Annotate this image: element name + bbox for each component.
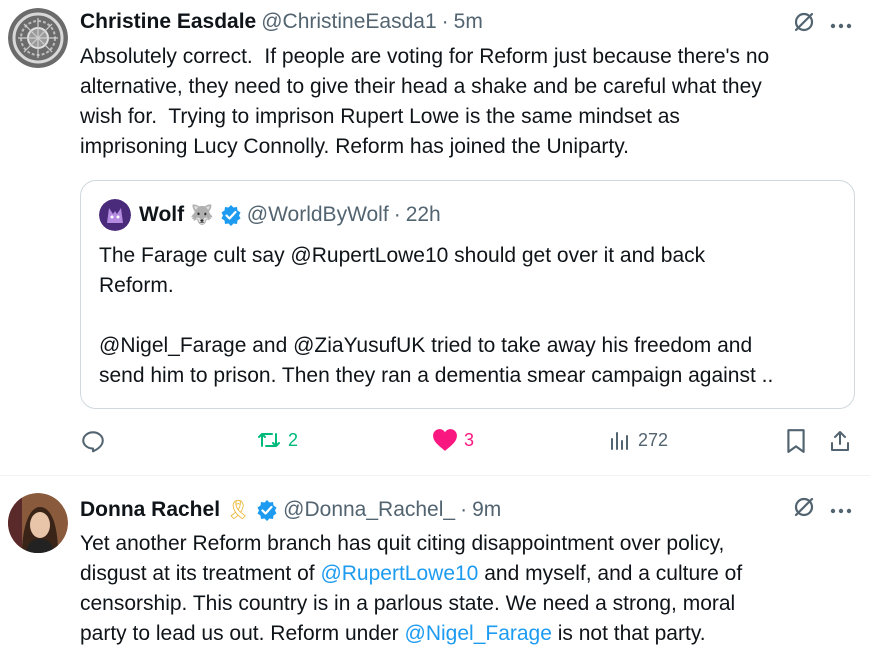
retweet-button[interactable]: 2 xyxy=(256,428,298,452)
bookmark-button[interactable] xyxy=(785,428,807,454)
quote-timestamp[interactable]: 22h xyxy=(406,203,441,227)
grok-icon[interactable] xyxy=(792,495,816,524)
tweet-top-icons xyxy=(792,10,852,39)
timestamp[interactable]: 9m xyxy=(472,498,501,522)
separator: · xyxy=(393,203,401,226)
quote-header: Wolf 🐺 @WorldByWolf · 22h xyxy=(99,199,441,231)
share-button[interactable] xyxy=(828,428,852,454)
tweet-text: Absolutely correct. If people are voting… xyxy=(80,45,770,158)
bookmark-icon xyxy=(787,429,805,453)
separator: · xyxy=(441,10,449,33)
tweet-actions: 2 3 272 xyxy=(80,428,860,458)
verified-badge-icon xyxy=(220,204,242,226)
heart-icon xyxy=(433,429,457,451)
avatar[interactable] xyxy=(8,8,68,68)
tweet-top-icons xyxy=(792,495,852,524)
quote-display-name[interactable]: Wolf xyxy=(139,203,184,227)
mention-link[interactable]: @Nigel_Farage xyxy=(405,622,552,645)
tweet-header: Christine Easdale @ChristineEasda1 · 5m xyxy=(80,8,483,36)
like-count: 3 xyxy=(464,429,475,450)
tweet-text: Yet another Reform branch has quit citin… xyxy=(80,529,850,649)
views-icon xyxy=(611,432,628,450)
views-button[interactable]: 272 xyxy=(608,428,668,452)
separator: · xyxy=(460,498,468,521)
retweet-count: 2 xyxy=(288,429,299,450)
retweet-icon xyxy=(258,433,280,447)
more-icon[interactable] xyxy=(830,16,852,34)
ribbon-emoji: 🎗 xyxy=(226,500,251,521)
user-handle[interactable]: @Donna_Rachel_ xyxy=(283,498,455,522)
tweet-christine[interactable]: Christine Easdale @ChristineEasda1 · 5m … xyxy=(0,0,870,476)
quote-handle[interactable]: @WorldByWolf xyxy=(247,203,389,227)
grok-icon[interactable] xyxy=(792,10,816,39)
reply-button[interactable] xyxy=(80,428,106,454)
views-count: 272 xyxy=(638,429,669,450)
share-icon xyxy=(831,431,849,451)
quote-text: The Farage cult say @RupertLowe10 should… xyxy=(99,244,774,387)
verified-badge-icon xyxy=(256,499,278,521)
display-name[interactable]: Christine Easdale xyxy=(80,10,256,34)
avatar[interactable] xyxy=(8,493,68,553)
tweet-text-part: is not that party. xyxy=(551,622,706,645)
more-icon[interactable] xyxy=(830,501,852,519)
quoted-tweet[interactable]: Wolf 🐺 @WorldByWolf · 22h The Farage cul… xyxy=(80,180,855,409)
wolf-emoji: 🐺 xyxy=(190,205,214,226)
mention-link[interactable]: @RupertLowe10 xyxy=(320,562,478,585)
like-button[interactable]: 3 xyxy=(432,428,474,452)
quote-avatar[interactable] xyxy=(99,199,131,231)
user-handle[interactable]: @ChristineEasda1 xyxy=(261,10,436,34)
timestamp[interactable]: 5m xyxy=(454,10,483,34)
display-name[interactable]: Donna Rachel xyxy=(80,498,220,522)
reply-icon xyxy=(82,431,104,453)
tweet-header: Donna Rachel 🎗 @Donna_Rachel_ · 9m xyxy=(80,496,501,524)
